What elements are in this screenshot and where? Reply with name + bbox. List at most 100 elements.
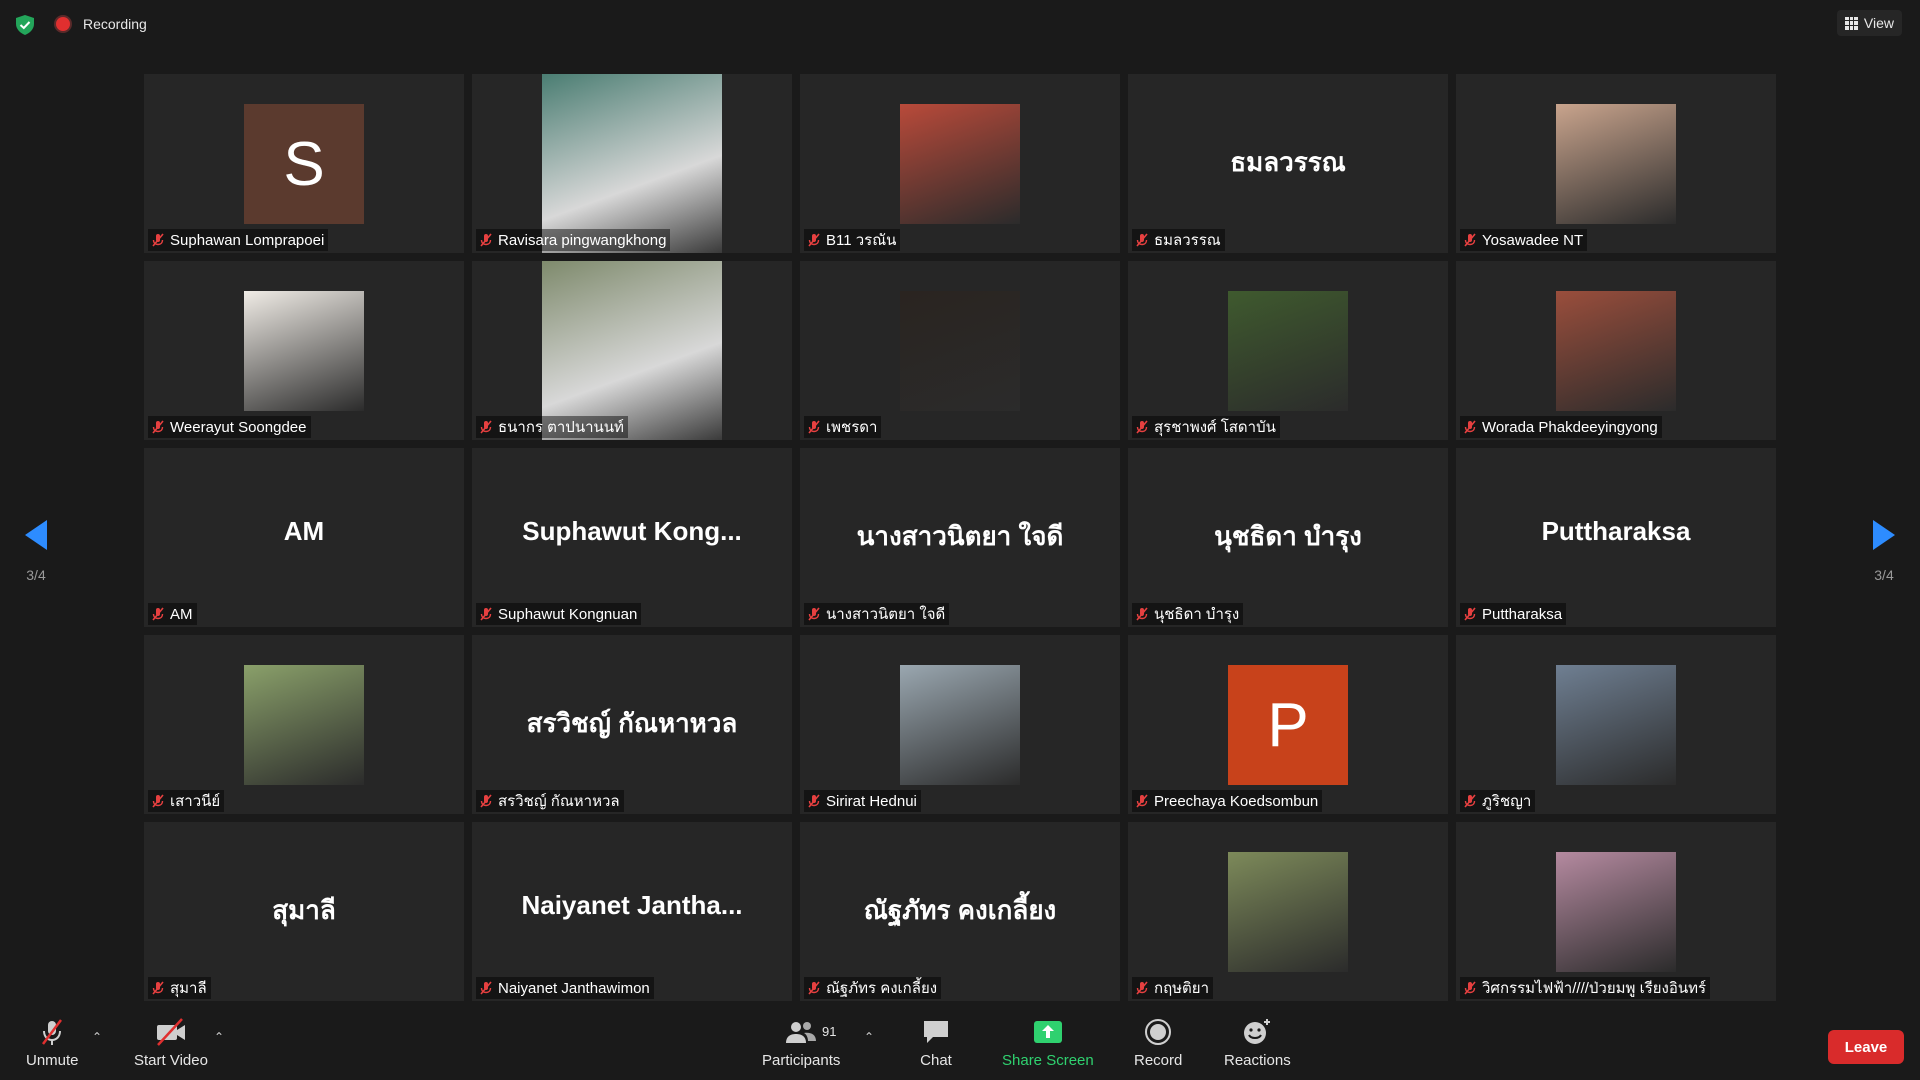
reactions-button[interactable]: Reactions — [1224, 1016, 1291, 1069]
display-name-text: ธมลวรรณ — [1230, 147, 1346, 177]
arrow-right-icon[interactable] — [1871, 518, 1897, 552]
participant-name: Ravisara pingwangkhong — [498, 231, 667, 249]
audio-options-caret-icon[interactable]: ⌃ — [92, 1030, 102, 1044]
participant-tile[interactable]: สุรชาพงศ์ โสดาบัน — [1128, 261, 1448, 440]
participant-tile[interactable]: นางสาวนิตยา ใจดี นางสาวนิตยา ใจดี — [800, 448, 1120, 627]
participant-name: สุรชาพงศ์ โสดาบัน — [1154, 419, 1276, 436]
page-indicator-left: 3/4 — [26, 567, 46, 583]
mic-muted-icon — [480, 233, 492, 247]
mic-muted-icon — [152, 420, 164, 434]
participant-tile[interactable]: B11 วรณัน — [800, 74, 1120, 253]
participant-tile[interactable]: Puttharaksa Puttharaksa — [1456, 448, 1776, 627]
participants-options-caret-icon[interactable]: ⌃ — [864, 1030, 874, 1044]
unmute-button[interactable]: Unmute — [26, 1016, 79, 1069]
participants-count: 91 — [822, 1024, 837, 1039]
participant-tile[interactable]: ธมลวรรณ ธมลวรรณ — [1128, 74, 1448, 253]
display-name-text: Naiyanet Jantha... — [521, 890, 743, 920]
participant-name: สุมาลี — [170, 980, 207, 997]
mic-muted-icon — [152, 607, 164, 621]
security-shield-icon[interactable] — [14, 14, 36, 36]
participant-nameplate: Worada Phakdeeyingyong — [1460, 416, 1662, 438]
video-feed-photo — [542, 261, 722, 440]
participant-tile[interactable]: Ravisara pingwangkhong — [472, 74, 792, 253]
display-name-text: นุชธิดา บำรุง — [1214, 521, 1362, 551]
chat-button[interactable]: Chat — [918, 1016, 954, 1069]
mic-muted-icon — [1464, 420, 1476, 434]
recording-dot-icon — [56, 17, 70, 31]
participant-nameplate: ณัฐภัทร คงเกลี้ยง — [804, 977, 942, 999]
participant-tile[interactable]: นุชธิดา บำรุง นุชธิดา บำรุง — [1128, 448, 1448, 627]
participant-nameplate: Ravisara pingwangkhong — [476, 229, 671, 251]
chat-bubble-icon — [918, 1016, 954, 1048]
mic-muted-icon — [808, 607, 820, 621]
previous-page-nav[interactable]: 3/4 — [16, 518, 56, 583]
participant-name: Suphawut Kongnuan — [498, 605, 638, 623]
participant-name: ณัฐภัทร คงเกลี้ยง — [826, 980, 938, 997]
profile-photo — [244, 291, 364, 411]
participant-name: B11 วรณัน — [826, 232, 897, 249]
participant-nameplate: Preechaya Koedsombun — [1132, 790, 1323, 812]
mic-muted-icon — [152, 794, 164, 808]
participant-nameplate: ธนากร ตาปนานนท์ — [476, 416, 628, 438]
participant-tile[interactable]: ธนากร ตาปนานนท์ — [472, 261, 792, 440]
mic-muted-icon — [1136, 794, 1148, 808]
mic-muted-icon — [1464, 233, 1476, 247]
participant-tile[interactable]: เสาวนีย์ — [144, 635, 464, 814]
participant-tile[interactable]: Sirirat Hednui — [800, 635, 1120, 814]
view-button[interactable]: View — [1836, 10, 1902, 36]
participant-tile[interactable]: Suphawut Kong... Suphawut Kongnuan — [472, 448, 792, 627]
participant-name: Yosawadee NT — [1482, 231, 1584, 249]
mic-muted-icon — [480, 607, 492, 621]
participant-name: นุชธิดา บำรุง — [1154, 606, 1240, 623]
profile-photo — [900, 665, 1020, 785]
page-indicator-right: 3/4 — [1874, 567, 1894, 583]
participant-name: นางสาวนิตยา ใจดี — [826, 606, 946, 623]
grid-view-icon — [1844, 16, 1858, 30]
record-button[interactable]: Record — [1134, 1016, 1182, 1069]
display-name-text: ณัฐภัทร คงเกลี้ยง — [863, 895, 1057, 925]
participant-tile[interactable]: Yosawadee NT — [1456, 74, 1776, 253]
mic-muted-icon — [1136, 420, 1148, 434]
arrow-left-icon[interactable] — [23, 518, 49, 552]
participant-tile[interactable]: Worada Phakdeeyingyong — [1456, 261, 1776, 440]
video-camera-off-icon — [153, 1016, 189, 1048]
participant-name: สรวิชญ์ กัณหาหวล — [498, 793, 620, 810]
participant-nameplate: กฤษติยา — [1132, 977, 1214, 999]
participant-tile[interactable]: วิศกรรมไฟฟ้า////ป่วยมพู เรียงอินทร์ — [1456, 822, 1776, 1001]
share-screen-button[interactable]: Share Screen — [1002, 1016, 1094, 1069]
participant-tile[interactable]: Weerayut Soongdee — [144, 261, 464, 440]
mic-muted-icon — [808, 233, 820, 247]
participant-tile[interactable]: สุมาลี สุมาลี — [144, 822, 464, 1001]
participant-tile[interactable]: ณัฐภัทร คงเกลี้ยง ณัฐภัทร คงเกลี้ยง — [800, 822, 1120, 1001]
participant-name: ธนากร ตาปนานนท์ — [498, 419, 624, 436]
next-page-nav[interactable]: 3/4 — [1864, 518, 1904, 583]
participant-name: ธมลวรรณ — [1154, 232, 1221, 249]
participant-tile[interactable]: ภูริชญา — [1456, 635, 1776, 814]
participant-nameplate: Puttharaksa — [1460, 603, 1567, 625]
participant-tile[interactable]: สรวิชญ์ กัณหาหวล สรวิชญ์ กัณหาหวล — [472, 635, 792, 814]
participant-tile[interactable]: P Preechaya Koedsombun — [1128, 635, 1448, 814]
participant-tile[interactable]: AM AM — [144, 448, 464, 627]
video-options-caret-icon[interactable]: ⌃ — [214, 1030, 224, 1044]
participant-name: Sirirat Hednui — [826, 792, 917, 810]
leave-button[interactable]: Leave — [1828, 1030, 1904, 1064]
reactions-smiley-icon — [1239, 1016, 1275, 1048]
display-name-text: AM — [283, 516, 325, 546]
start-video-button[interactable]: Start Video — [134, 1016, 208, 1069]
participant-tile[interactable]: S Suphawan Lomprapoei — [144, 74, 464, 253]
profile-photo — [1556, 852, 1676, 972]
participant-name: Suphawan Lomprapoei — [170, 231, 325, 249]
mic-muted-icon — [808, 420, 820, 434]
display-name-text: Suphawut Kong... — [522, 516, 742, 546]
display-name-text: นางสาวนิตยา ใจดี — [856, 521, 1064, 551]
record-icon — [1140, 1016, 1176, 1048]
participant-tile[interactable]: เพชรดา — [800, 261, 1120, 440]
mic-muted-icon — [152, 233, 164, 247]
top-bar: Recording View — [0, 0, 1920, 50]
profile-photo — [1556, 665, 1676, 785]
participant-tile[interactable]: Naiyanet Jantha... Naiyanet Janthawimon — [472, 822, 792, 1001]
meeting-toolbar: Unmute ⌃ Start Video ⌃ Participants 91 ⌃ — [0, 1010, 1920, 1080]
participant-tile[interactable]: กฤษติยา — [1128, 822, 1448, 1001]
participant-nameplate: Sirirat Hednui — [804, 790, 921, 812]
participant-nameplate: Suphawan Lomprapoei — [148, 229, 329, 251]
